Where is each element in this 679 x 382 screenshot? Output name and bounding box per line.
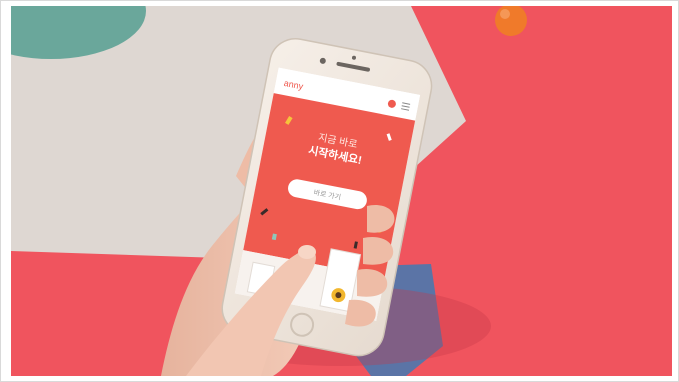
photo: anny 지금 바로 시작하세요! 바로 가기 [11, 6, 672, 376]
image-frame: anny 지금 바로 시작하세요! 바로 가기 [0, 0, 679, 382]
photo-scene: anny 지금 바로 시작하세요! 바로 가기 [11, 6, 672, 376]
